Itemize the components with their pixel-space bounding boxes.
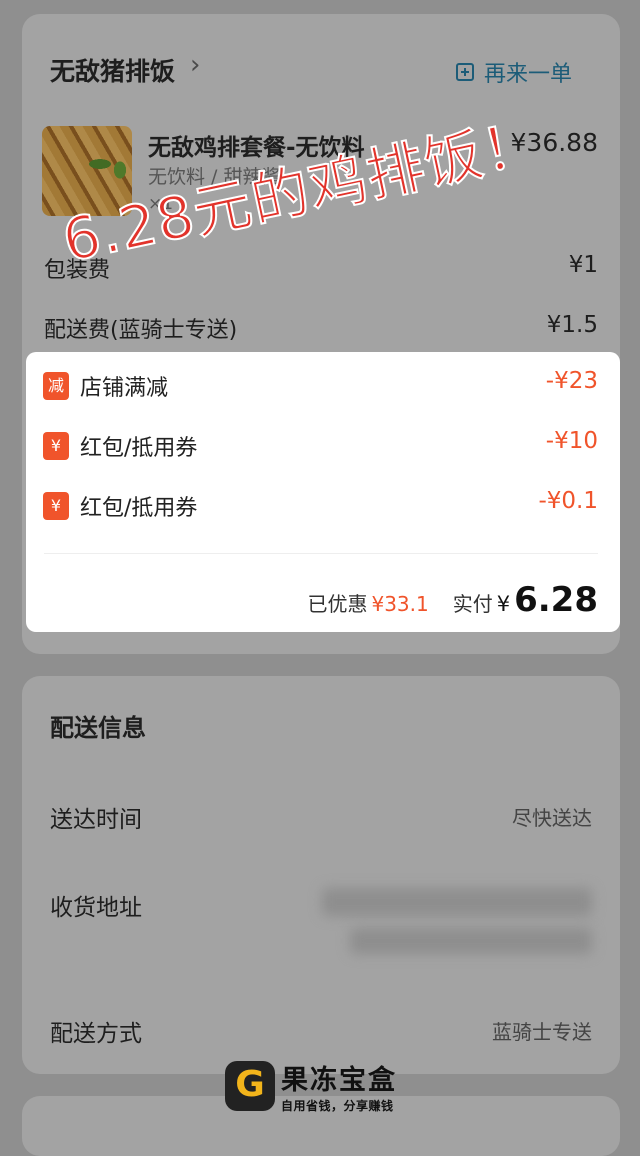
saved-value: ¥33.1 [371,592,429,616]
delivery-method-label: 配送方式 [50,1021,142,1047]
coupon-badge-icon: ¥ [43,432,69,460]
address-label: 收货地址 [50,895,142,921]
discount-amount: -¥0.1 [538,488,598,514]
discount-badge-icon: 减 [43,372,69,400]
watermark-subtitle: 自用省钱，分享赚钱 [281,1099,394,1113]
divider [44,553,598,554]
discount-label: 店铺满减 [80,376,169,401]
discount-row: 减 店铺满减 -¥23 [26,366,620,406]
discount-amount: -¥10 [545,428,598,454]
delivery-fee-label: 配送费(蓝骑士专送) [44,318,238,343]
store-name[interactable]: 无敌猪排饭 [50,52,175,88]
delivery-section-title: 配送信息 [50,714,146,742]
address-redacted [322,888,592,916]
chevron-right-icon[interactable]: › [190,50,200,80]
discount-row: ¥ 红包/抵用券 -¥10 [26,426,620,466]
discount-label: 红包/抵用券 [80,436,198,461]
address-redacted [350,928,592,954]
packaging-fee-value: ¥1 [568,252,598,278]
reorder-button[interactable]: 再来一单 [456,56,572,88]
discount-amount: -¥23 [545,368,598,394]
saved-label: 已优惠 [307,592,368,616]
discount-row: ¥ 红包/抵用券 -¥0.1 [26,486,620,526]
discount-label: 红包/抵用券 [80,496,198,521]
delivery-method-value: 蓝骑士专送 [492,1020,592,1044]
watermark: 果冻宝盒 自用省钱，分享赚钱 [225,1058,397,1114]
plus-square-icon [456,63,474,81]
discount-panel: 减 店铺满减 -¥23 ¥ 红包/抵用券 -¥10 ¥ 红包/抵用券 -¥0.1… [26,352,620,632]
payment-summary: 已优惠 ¥33.1 实付 ¥ 6.28 [307,580,598,620]
watermark-title: 果冻宝盒 [281,1065,397,1096]
paid-currency: ¥ [496,592,511,616]
reorder-label: 再来一单 [484,62,573,87]
coupon-badge-icon: ¥ [43,492,69,520]
paid-label: 实付 [452,592,493,616]
paid-total: 6.28 [514,580,598,620]
delivery-fee-value: ¥1.5 [546,312,598,338]
delivery-time-value: 尽快送达 [512,806,592,830]
brand-logo-icon [225,1061,275,1111]
delivery-time-label: 送达时间 [50,807,142,833]
